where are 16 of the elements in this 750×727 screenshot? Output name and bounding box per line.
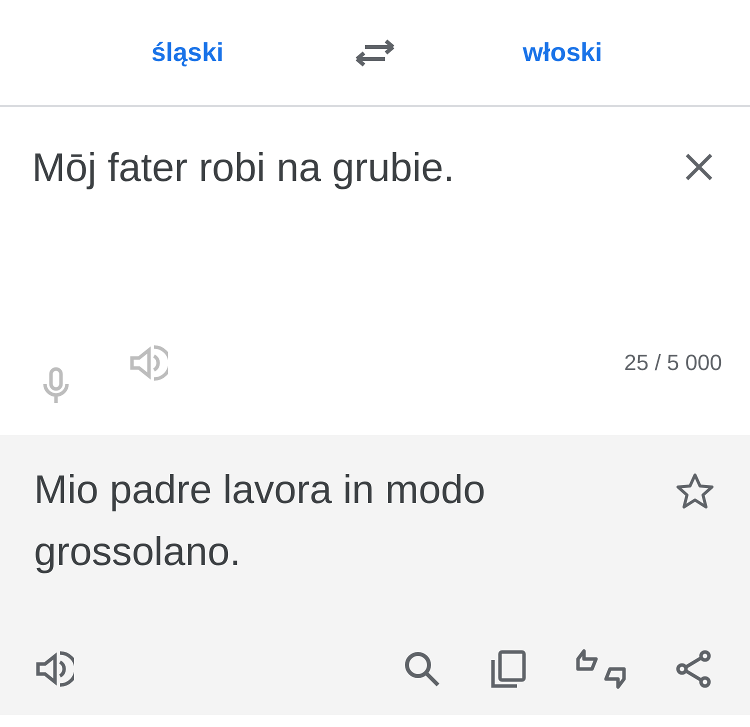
clear-button[interactable] xyxy=(684,152,714,182)
close-icon xyxy=(684,152,714,182)
source-language-button[interactable]: śląski xyxy=(147,31,228,74)
source-text-field[interactable]: Mōj fater robi na grubie. xyxy=(32,107,454,195)
save-translation-button[interactable] xyxy=(676,473,714,509)
search-icon xyxy=(402,649,442,689)
swap-icon xyxy=(355,38,395,68)
star-icon xyxy=(676,473,714,509)
swap-languages-button[interactable] xyxy=(355,38,395,68)
character-counter: 25 / 5 000 xyxy=(624,350,722,376)
target-language-button[interactable]: włoski xyxy=(518,31,606,74)
search-button[interactable] xyxy=(402,649,442,689)
listen-button[interactable] xyxy=(34,649,74,689)
speaker-icon xyxy=(34,649,74,689)
speaker-icon xyxy=(128,342,168,382)
translation-text: Mio padre lavora in modo grossolano. xyxy=(34,467,486,576)
